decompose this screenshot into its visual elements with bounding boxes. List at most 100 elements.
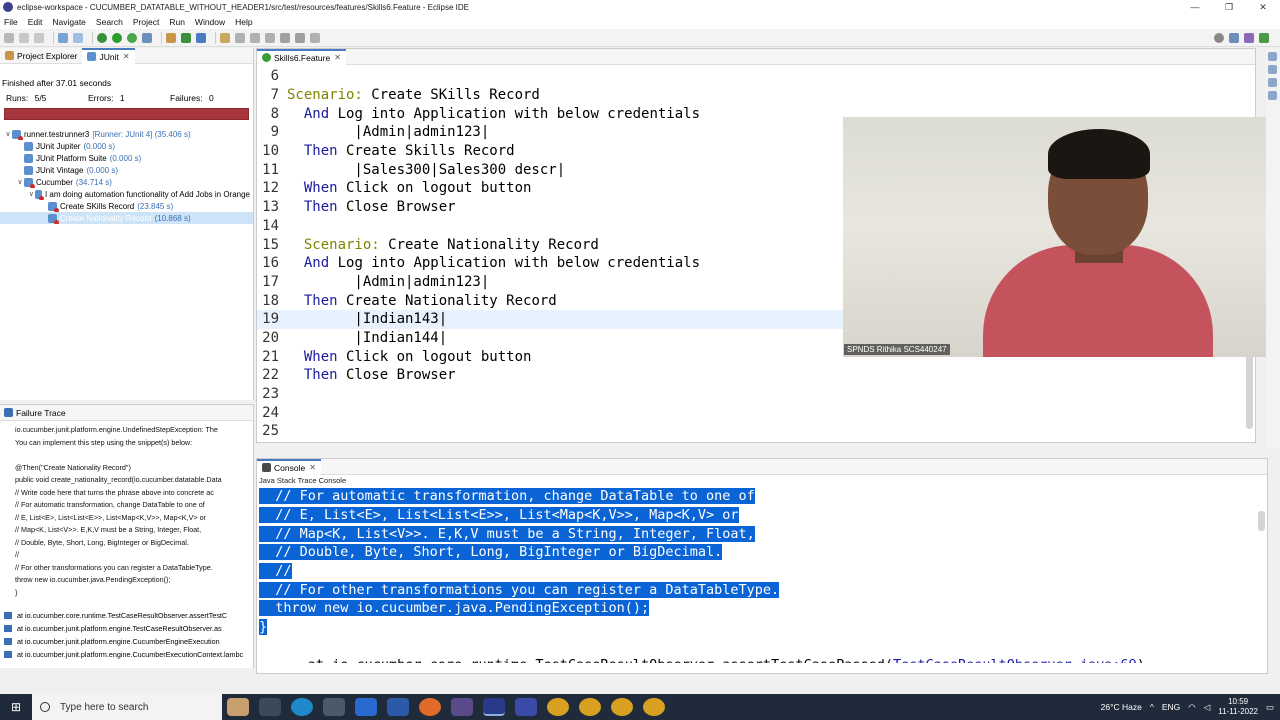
prev-annotation-icon[interactable]: [265, 32, 275, 43]
tab-console[interactable]: Console ✕: [257, 458, 321, 475]
terminal-icon[interactable]: [58, 32, 68, 43]
code-line[interactable]: 23: [257, 385, 1255, 404]
test-tree-item[interactable]: Create SKills Record (23.845 s): [0, 200, 253, 212]
tab-junit[interactable]: JUnit ✕: [82, 47, 135, 64]
firefox-icon[interactable]: [419, 698, 441, 716]
weather-text[interactable]: 26°C Haze: [1101, 702, 1142, 712]
menu-search[interactable]: Search: [96, 17, 123, 27]
java-perspective-icon[interactable]: [1244, 32, 1254, 43]
new-package-icon[interactable]: [181, 32, 191, 43]
language-indicator[interactable]: ENG: [1162, 702, 1180, 712]
close-icon[interactable]: ✕: [123, 52, 130, 61]
failure-trace-text[interactable]: io.cucumber.junit.platform.engine.Undefi…: [0, 421, 253, 599]
clock[interactable]: 10:59 11-11-2022: [1218, 697, 1258, 717]
console-selected-text: // Map<K, List<V>>. E,K,V must be a Stri…: [259, 525, 755, 542]
console-scrollbar[interactable]: [1258, 511, 1265, 531]
search-icon[interactable]: [235, 32, 245, 43]
close-icon[interactable]: ✕: [334, 53, 341, 62]
tray-arrow-icon[interactable]: ^: [1150, 702, 1154, 712]
run-icon[interactable]: [112, 32, 122, 43]
external-tools-icon[interactable]: [142, 32, 152, 43]
chrome-icon[interactable]: [547, 698, 569, 716]
notification-icon[interactable]: ▭: [1266, 702, 1274, 713]
close-button[interactable]: ✕: [1246, 2, 1280, 13]
twisty-icon[interactable]: ∨: [28, 190, 35, 198]
stack-frame[interactable]: at io.cucumber.junit.platform.engine.Cuc…: [0, 648, 253, 661]
test-tree-item[interactable]: ∨ runner.testrunner3 [Runner: JUnit 4] (35…: [0, 128, 253, 140]
menu-window[interactable]: Window: [195, 17, 225, 27]
problems-icon[interactable]: [1268, 78, 1277, 87]
test-tree-item[interactable]: JUnit Jupiter (0.000 s): [0, 140, 253, 152]
wifi-icon[interactable]: ◠: [1188, 702, 1195, 713]
minimize-button[interactable]: —: [1178, 2, 1212, 12]
trace-line: // For automatic transformation, change …: [15, 500, 205, 509]
code-line[interactable]: 22 Then Close Browser: [257, 366, 1255, 385]
test-tree-item[interactable]: JUnit Vintage (0.000 s): [0, 164, 253, 176]
mail-icon[interactable]: [355, 698, 377, 716]
perspective-icon[interactable]: [1229, 32, 1239, 43]
chrome-icon[interactable]: [611, 698, 633, 716]
people-icon[interactable]: [227, 698, 249, 716]
stack-frame[interactable]: at io.cucumber.junit.platform.engine.Tes…: [0, 622, 253, 635]
tab-project-explorer[interactable]: Project Explorer: [0, 48, 82, 64]
file-explorer-icon[interactable]: [323, 698, 345, 716]
code-line[interactable]: 6: [257, 67, 1255, 86]
source-link[interactable]: TestCaseResultObserver.java:69: [893, 657, 1137, 663]
javadoc-icon[interactable]: [1268, 91, 1277, 100]
volume-icon[interactable]: ◁: [1204, 702, 1211, 713]
new-class-icon[interactable]: [196, 32, 206, 43]
test-tree-item[interactable]: JUnit Platform Suite (0.000 s): [0, 152, 253, 164]
failure-trace-stack[interactable]: at io.cucumber.core.runtime.TestCaseResu…: [0, 609, 253, 661]
menu-file[interactable]: File: [4, 17, 18, 27]
pin-editor-icon[interactable]: [310, 32, 320, 43]
test-tree-item[interactable]: ∨ Cucumber (34.714 s): [0, 176, 253, 188]
code-line[interactable]: 24: [257, 403, 1255, 422]
word-icon[interactable]: [387, 698, 409, 716]
console-output[interactable]: // For automatic transformation, change …: [259, 487, 1253, 663]
next-annotation-icon[interactable]: [250, 32, 260, 43]
twisty-icon[interactable]: ∨: [4, 130, 12, 138]
code-line[interactable]: 25: [257, 422, 1255, 441]
menu-project[interactable]: Project: [133, 17, 159, 27]
test-time: (0.000 s): [86, 165, 119, 175]
menu-help[interactable]: Help: [235, 17, 252, 27]
taskbar-search[interactable]: Type here to search: [32, 694, 222, 720]
open-type-icon[interactable]: [220, 32, 230, 43]
tab-skills6-feature[interactable]: Skills6.Feature ✕: [257, 48, 346, 65]
maximize-button[interactable]: ❐: [1212, 2, 1246, 13]
task-list-icon[interactable]: [1268, 65, 1277, 74]
save-all-icon[interactable]: [34, 32, 44, 43]
new-java-project-icon[interactable]: [166, 32, 176, 43]
eclipse-icon[interactable]: [451, 698, 473, 716]
test-tree-item[interactable]: ∨ I am doing automation functionality of …: [0, 188, 253, 200]
editor-scrollbar[interactable]: [1246, 349, 1253, 429]
new-icon[interactable]: [4, 32, 14, 43]
test-tree-item[interactable]: Create Nationality Record (10.868 s): [0, 212, 253, 224]
coverage-icon[interactable]: [127, 32, 137, 43]
test-time: (0.000 s): [109, 153, 142, 163]
search-icon[interactable]: [1214, 32, 1224, 43]
code-line[interactable]: 7 Scenario: Create SKills Record: [257, 86, 1255, 105]
app-icon[interactable]: [515, 698, 537, 716]
chrome-icon[interactable]: [643, 698, 665, 716]
line-number: 15: [262, 236, 279, 253]
outline-icon[interactable]: [1268, 52, 1277, 61]
forward-icon[interactable]: [295, 32, 305, 43]
close-icon[interactable]: ✕: [309, 463, 316, 472]
windows-start-icon[interactable]: ⊞: [0, 700, 32, 714]
twisty-icon[interactable]: ∨: [16, 178, 24, 186]
stack-frame[interactable]: at io.cucumber.junit.platform.engine.Cuc…: [0, 635, 253, 648]
chrome-icon[interactable]: [579, 698, 601, 716]
debug-icon[interactable]: [97, 32, 107, 43]
skip-breakpoints-icon[interactable]: [73, 32, 83, 43]
edge-icon[interactable]: [291, 698, 313, 716]
eclipse-active-icon[interactable]: [483, 698, 505, 716]
menu-edit[interactable]: Edit: [28, 17, 43, 27]
task-view-icon[interactable]: [259, 698, 281, 716]
stack-frame[interactable]: at io.cucumber.core.runtime.TestCaseResu…: [0, 609, 253, 622]
back-icon[interactable]: [280, 32, 290, 43]
menu-run[interactable]: Run: [169, 17, 185, 27]
save-icon[interactable]: [19, 32, 29, 43]
debug-perspective-icon[interactable]: [1259, 32, 1269, 43]
menu-navigate[interactable]: Navigate: [52, 17, 86, 27]
